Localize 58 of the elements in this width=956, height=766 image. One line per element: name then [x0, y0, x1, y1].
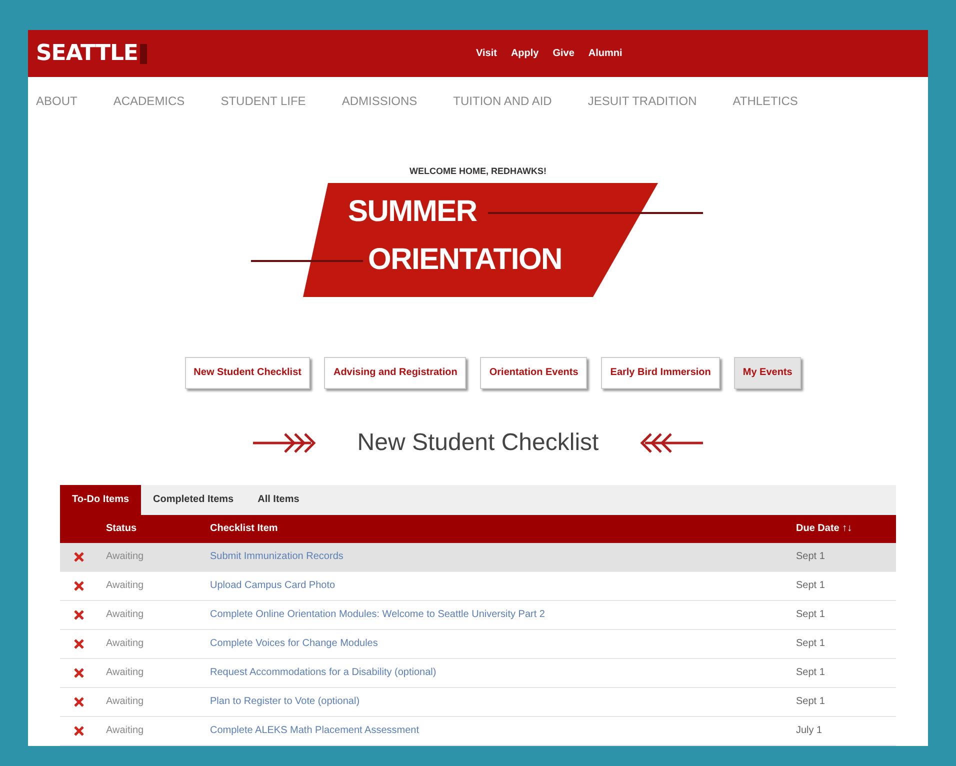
nav-link[interactable]: STUDENT LIFE	[220, 92, 306, 110]
status-text: Awaiting	[106, 550, 145, 564]
status-text: Awaiting	[106, 637, 145, 651]
status-text: Awaiting	[106, 724, 145, 738]
status-text: Awaiting	[106, 695, 145, 709]
status-text: Awaiting	[106, 579, 145, 593]
header-link[interactable]: Visit	[476, 46, 497, 61]
due-date: Sept 1	[796, 579, 826, 593]
checklist-link[interactable]: Plan to Register to Vote (optional)	[210, 696, 360, 707]
banner-title: ORIENTATION	[368, 244, 562, 274]
column-header: Checklist Item	[210, 522, 279, 536]
x-mark-icon	[74, 726, 84, 736]
section-button[interactable]: Advising and Registration	[324, 356, 466, 388]
column-header[interactable]: Due Date ↑↓	[796, 521, 896, 536]
chevron-arrow-icon	[638, 430, 705, 454]
checklist-link[interactable]: Request Accommodations for a Disability (optional)	[210, 667, 436, 678]
status-text: Awaiting	[106, 666, 145, 680]
header-link[interactable]: Apply	[510, 46, 539, 61]
due-date: Sept 1	[796, 695, 826, 709]
chevron-arrow-icon	[251, 430, 318, 454]
checklist-link[interactable]: Complete ALEKS Math Placement Assessment	[210, 725, 419, 736]
header-link[interactable]: Alumni	[588, 46, 622, 61]
due-date: Sept 1	[796, 608, 826, 622]
welcome-text: WELCOME HOME, REDHAWKS!	[410, 165, 546, 178]
checklist-link[interactable]: Complete Voices for Change Modules	[210, 638, 378, 649]
tab[interactable]: To-Do Items	[60, 484, 142, 514]
nav-link[interactable]: ATHLETICS	[732, 92, 798, 110]
x-mark-icon	[74, 668, 84, 678]
status-text: Awaiting	[106, 608, 145, 622]
nav-link[interactable]: ADMISSIONS	[342, 92, 418, 110]
section-button[interactable]: My Events	[734, 356, 802, 388]
x-mark-icon	[74, 580, 84, 590]
checklist-link[interactable]: Submit Immunization Records	[210, 551, 344, 562]
section-button[interactable]: Orientation Events	[480, 356, 588, 388]
tab[interactable]: All Items	[246, 484, 312, 514]
checklist-link[interactable]: Complete Online Orientation Modules: Welcome to Seattle University Part 2	[210, 609, 545, 620]
nav-link[interactable]: ACADEMICS	[113, 92, 185, 110]
banner-title: SUMMER	[348, 196, 477, 226]
x-mark-icon	[74, 638, 84, 648]
x-mark-icon	[74, 552, 84, 562]
x-mark-icon	[74, 696, 84, 706]
x-mark-icon	[74, 610, 84, 620]
logo-mark-icon	[140, 44, 147, 64]
column-header: Status	[106, 522, 138, 536]
tab[interactable]: Completed Items	[141, 484, 246, 514]
due-date: Sept 1	[796, 666, 826, 680]
logo[interactable]: SEATTLE	[36, 37, 138, 70]
due-date: Sept 1	[796, 550, 826, 564]
section-button[interactable]: New Student Checklist	[184, 356, 310, 388]
due-date: Sept 1	[796, 637, 826, 651]
section-heading: New Student Checklist	[357, 428, 599, 458]
checklist-link[interactable]: Upload Campus Card Photo	[210, 580, 336, 591]
due-date: July 1	[796, 724, 824, 738]
nav-link[interactable]: ABOUT	[36, 92, 78, 110]
header-link[interactable]: Give	[552, 46, 574, 61]
section-button[interactable]: Early Bird Immersion	[601, 356, 720, 388]
nav-link[interactable]: JESUIT TRADITION	[588, 92, 697, 110]
nav-link[interactable]: TUITION AND AID	[453, 92, 552, 110]
